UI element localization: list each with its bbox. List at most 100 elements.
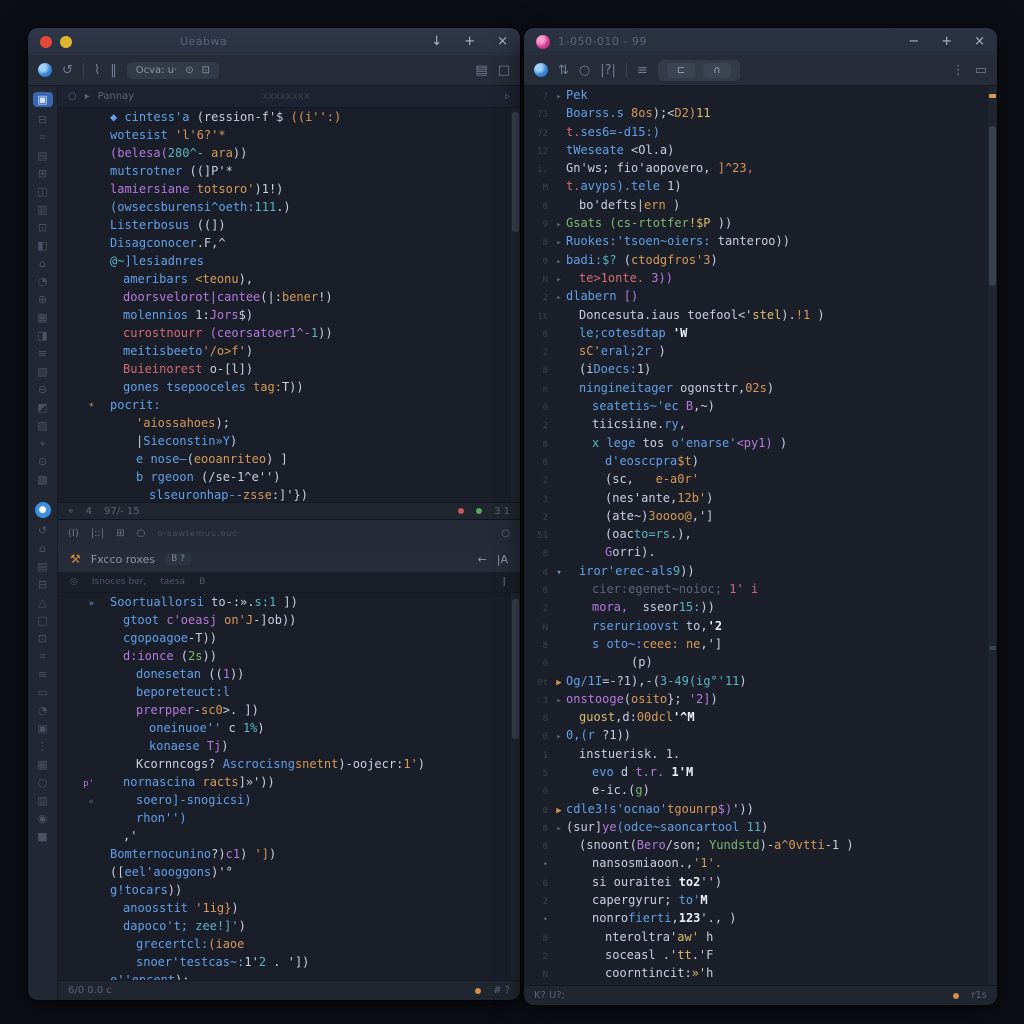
code-line[interactable]: dapoco't; zee!]') — [58, 917, 520, 935]
code-line[interactable]: Disagconocer.F,^ — [58, 234, 520, 252]
activity-icon[interactable]: ▩ — [33, 474, 53, 485]
code-line[interactable]: anoosstit '1ig}) — [58, 899, 520, 917]
fold-arrow-icon[interactable]: ▸ — [552, 88, 566, 106]
activity-icon[interactable]: ⊟ — [33, 579, 53, 590]
activity-icon[interactable]: ▤ — [33, 150, 53, 161]
filter-icon[interactable]: |::| — [91, 528, 104, 539]
code-line[interactable]: 2▸dlabern [) — [524, 287, 997, 305]
code-line[interactable]: 3(nes'ante,12b') — [524, 489, 997, 507]
code-line[interactable]: 0(p) — [524, 653, 997, 671]
code-line[interactable]: 0le;cotesdtap 'W — [524, 324, 997, 342]
code-line[interactable]: 2(ate~)3oooo@,'] — [524, 507, 997, 525]
activity-icon[interactable]: ⊕ — [33, 294, 53, 305]
back-arrow-icon[interactable]: ← — [478, 553, 487, 566]
code-line[interactable]: i,Gn'ws; fio'aopovero, ]^23, — [524, 159, 997, 177]
editor-top[interactable]: ◆ cintess'a (ression-f'$ ((i'':)wotesist… — [58, 108, 520, 502]
code-line[interactable]: 2mora, sseor15:)) — [524, 598, 997, 616]
undo-icon[interactable]: ↺ — [62, 64, 73, 77]
activity-icon[interactable]: ◩ — [33, 402, 53, 413]
code-line[interactable]: 8(iDoecs:1) — [524, 360, 997, 378]
info-icon[interactable]: (I) — [68, 528, 79, 539]
code-line[interactable]: @~]lesiadnres — [58, 252, 520, 270]
code-line[interactable]: 1instuerisk. 1. — [524, 745, 997, 763]
activity-icon[interactable]: ■ — [33, 831, 53, 842]
activity-icon[interactable]: ⊞ — [33, 168, 53, 179]
file-circle-icon[interactable]: ○ — [68, 91, 77, 102]
code-line[interactable]: 0cier:egenet~noioc; 1' i — [524, 580, 997, 598]
code-line[interactable]: 0e-ic.(g) — [524, 781, 997, 799]
code-line[interactable]: 'aiossahoes); — [58, 414, 520, 432]
activity-icon[interactable]: ▣ — [33, 92, 53, 107]
code-line[interactable]: 0▶cdle3!s'ocnao'tgounrp$)')) — [524, 800, 997, 818]
activity-icon[interactable]: △ — [33, 597, 53, 608]
code-line[interactable]: donesetan ((1)) — [58, 665, 520, 683]
code-line[interactable]: beporeteuct:l — [58, 683, 520, 701]
record-icon[interactable]: ○ — [501, 528, 510, 539]
activity-icon[interactable]: ↺ — [33, 525, 53, 536]
stack-icon[interactable]: ▤ — [475, 64, 487, 77]
panel-title[interactable]: Fxcco roxes — [91, 553, 155, 566]
code-line[interactable]: g!tocars)) — [58, 881, 520, 899]
activity-icon[interactable]: ◔ — [33, 276, 53, 287]
code-line[interactable]: 0seatetis~'ec B,~) — [524, 397, 997, 415]
help-icon[interactable]: |?| — [600, 64, 616, 77]
editor-bottom[interactable]: »Soortuallorsi to-:».s:1 ])gtoot c'oeasj… — [58, 593, 520, 980]
scrollbar[interactable] — [511, 593, 520, 980]
activity-icon[interactable]: ▥ — [33, 795, 53, 806]
view-mode-b[interactable]: ∩ — [703, 63, 730, 78]
code-line[interactable]: 8guost,d:00dcl'^M — [524, 708, 997, 726]
code-line[interactable]: ◆ cintess'a (ression-f'$ ((i'':) — [58, 108, 520, 126]
activity-icon[interactable]: ⊡ — [33, 222, 53, 233]
filter-label-1[interactable]: Isnoces ber, — [92, 577, 146, 587]
code-line[interactable]: wotesist 'l'6?'* — [58, 126, 520, 144]
filter-label-3[interactable]: B — [199, 577, 205, 587]
code-line[interactable]: 8nteroltra'aw' h — [524, 928, 997, 946]
code-line[interactable]: 0(snoont(Bero/son; Yundstd)-a^0vtti-1 ) — [524, 836, 997, 854]
code-line[interactable]: rhon'') — [58, 809, 520, 827]
close-traffic-light[interactable] — [40, 36, 52, 48]
activity-icon[interactable]: ◔ — [33, 705, 53, 716]
target-icon[interactable]: ⊙ — [185, 65, 193, 76]
maximize-icon[interactable]: + — [941, 34, 952, 49]
code-line[interactable]: 51(oacto=rs.), — [524, 525, 997, 543]
activity-icon[interactable]: ⊙ — [33, 456, 53, 467]
code-line[interactable]: 8x lege tos o'enarse'<py1) ) — [524, 434, 997, 452]
code-line[interactable]: prerpper-sc0>. ]) — [58, 701, 520, 719]
code-line[interactable]: 0t▶Og/1I=-?1),-(3-49(ig°'11) — [524, 672, 997, 690]
code-line[interactable]: «soero]-snogicsi) — [58, 791, 520, 809]
fold-arrow-icon[interactable]: ▸ — [552, 820, 566, 838]
activity-icon[interactable]: ▭ — [33, 687, 53, 698]
fold-arrow-icon[interactable]: ▸ — [552, 289, 566, 307]
fold-arrow-icon[interactable]: ▸ — [552, 692, 566, 710]
code-line[interactable]: (owsecsburensi^oeth:111.) — [58, 198, 520, 216]
close-icon[interactable]: × — [497, 34, 508, 49]
activity-icon[interactable]: ⊟ — [33, 114, 53, 125]
code-line[interactable]: 0si ouraitei to2'') — [524, 873, 997, 891]
code-line[interactable]: 8▸(sur]ye(odce~saoncartool 11) — [524, 818, 997, 836]
fold-arrow-icon[interactable]: ▸ — [552, 728, 566, 746]
code-line[interactable]: 7▸Pek — [524, 86, 997, 104]
code-line[interactable]: Nrserurioovst to,'2 — [524, 617, 997, 635]
code-line[interactable]: meitisbeeto'/o>f') — [58, 342, 520, 360]
activity-icon[interactable]: ◧ — [33, 240, 53, 251]
scope-icon[interactable]: ◎ — [70, 577, 78, 587]
code-line[interactable]: 8▸Ruokes:'tsoen~oiers: tanteroo)) — [524, 232, 997, 250]
code-line[interactable]: 8s oto~:ceee: ne,'] — [524, 635, 997, 653]
code-line[interactable]: Ncoorntincit:»'h — [524, 964, 997, 982]
layout-icon[interactable]: □ — [498, 64, 510, 77]
activity-icon[interactable]: ⌂ — [33, 258, 53, 269]
sort-icon[interactable]: ⇅ — [558, 64, 569, 77]
code-line[interactable]: mutsrotner ((]P'* — [58, 162, 520, 180]
scrollbar[interactable] — [511, 108, 520, 502]
code-line[interactable]: 0▸0,(r ?1)) — [524, 726, 997, 744]
code-line[interactable]: gtoot c'oeasj on'J-]ob)) — [58, 611, 520, 629]
code-line[interactable]: Bomternocunino?)c1) ']) — [58, 845, 520, 863]
fold-arrow-icon[interactable]: ▸ — [552, 271, 566, 289]
menu-icon[interactable]: ≡ — [637, 64, 648, 77]
fold-arrow-icon[interactable]: ▸ — [552, 234, 566, 252]
activity-icon[interactable]: ⊡ — [33, 633, 53, 644]
activity-icon[interactable]: ≡ — [33, 669, 53, 680]
fold-arrow-icon[interactable]: ▶ — [552, 674, 566, 692]
split-icon[interactable]: ‖ — [110, 64, 117, 77]
code-line[interactable]: molennios 1:Jors$) — [58, 306, 520, 324]
